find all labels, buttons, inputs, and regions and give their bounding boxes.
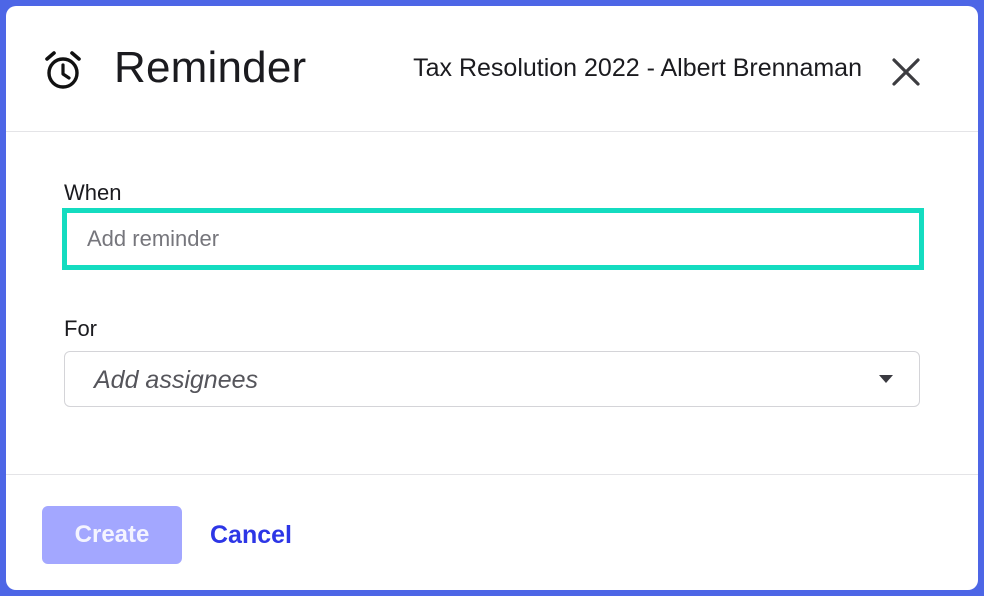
close-button[interactable] (888, 54, 924, 90)
alarm-clock-icon (44, 50, 82, 90)
when-label: When (64, 180, 122, 205)
caret-down-icon (879, 375, 893, 383)
dialog-footer: Create Cancel (6, 474, 978, 591)
dialog-body: When For Add assignees (6, 131, 978, 474)
dialog-subtitle: Tax Resolution 2022 - Albert Brennaman (413, 54, 862, 82)
assignees-select[interactable]: Add assignees (64, 351, 920, 407)
cancel-button[interactable]: Cancel (210, 519, 292, 551)
close-icon (888, 58, 924, 94)
when-input[interactable] (62, 208, 924, 270)
create-button[interactable]: Create (42, 506, 182, 564)
assignees-placeholder: Add assignees (94, 366, 259, 394)
dialog-title: Reminder (114, 43, 307, 92)
for-label: For (64, 316, 97, 341)
dialog-header: Reminder Tax Resolution 2022 - Albert Br… (6, 6, 978, 132)
reminder-dialog: Reminder Tax Resolution 2022 - Albert Br… (6, 6, 978, 590)
